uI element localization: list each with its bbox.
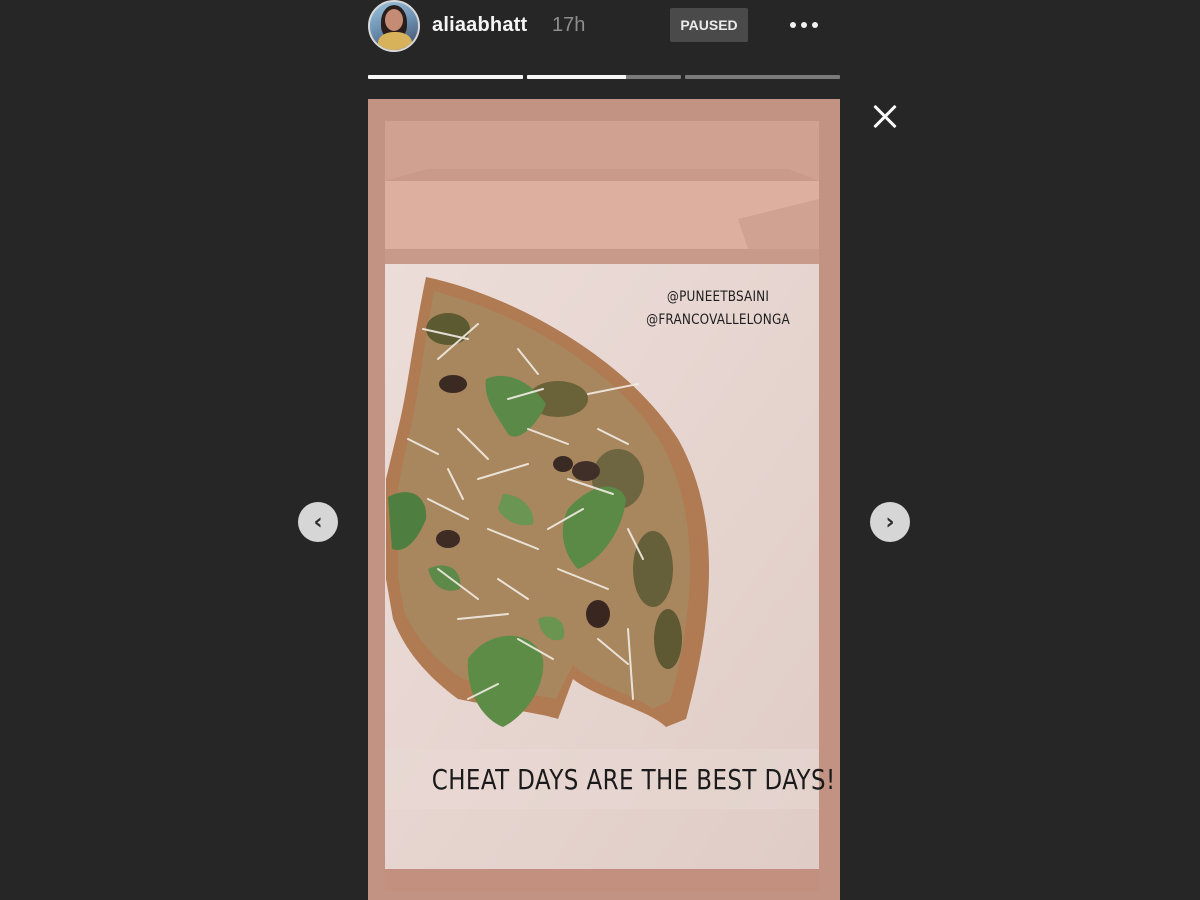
progress-segment bbox=[526, 75, 682, 79]
dot bbox=[812, 22, 818, 28]
dot bbox=[790, 22, 796, 28]
mention-tag[interactable]: @FRANCOVALLELONGA bbox=[632, 312, 804, 328]
next-story-button[interactable]: › bbox=[870, 502, 910, 542]
story-header: aliaabhatt 17h PAUSED bbox=[368, 0, 840, 52]
story-caption: CHEAT DAYS ARE THE BEST DAYS! bbox=[431, 763, 836, 796]
more-options-icon[interactable] bbox=[780, 10, 828, 40]
username-link[interactable]: aliaabhatt bbox=[432, 14, 527, 37]
previous-story-button[interactable]: ‹ bbox=[298, 502, 338, 542]
progress-segment bbox=[368, 75, 523, 79]
story-progress bbox=[368, 75, 841, 79]
timestamp: 17h bbox=[552, 14, 586, 36]
story-media[interactable]: @PUNEETBSAINI @FRANCOVALLELONGA CHEAT DA… bbox=[368, 99, 840, 900]
progress-fill bbox=[368, 75, 523, 79]
progress-fill bbox=[526, 75, 626, 79]
mention-tag[interactable]: @PUNEETBSAINI bbox=[632, 289, 804, 305]
avatar-body bbox=[378, 32, 412, 50]
close-icon[interactable] bbox=[868, 100, 902, 134]
dot bbox=[801, 22, 807, 28]
progress-segment bbox=[685, 75, 841, 79]
avatar-face bbox=[385, 9, 403, 31]
avatar[interactable] bbox=[368, 0, 420, 52]
status-badge: PAUSED bbox=[670, 8, 748, 42]
